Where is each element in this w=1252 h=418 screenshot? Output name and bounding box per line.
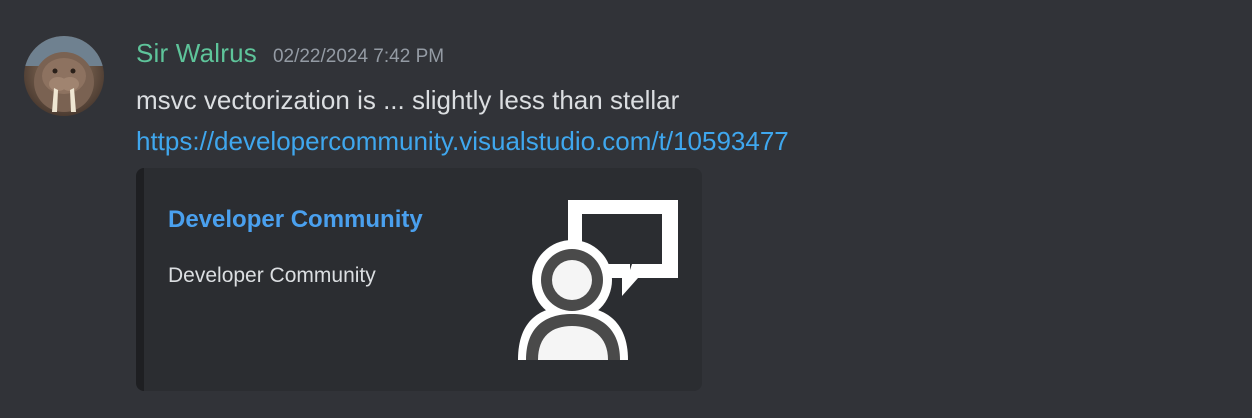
walrus-avatar-image	[24, 36, 104, 112]
embed-description: Developer Community	[168, 264, 376, 287]
embed-thumbnail[interactable]	[510, 198, 680, 360]
message-header: Sir Walrus 02/22/2024 7:42 PM	[136, 38, 444, 72]
message-link[interactable]: https://developercommunity.visualstudio.…	[136, 123, 789, 159]
message-text: msvc vectorization is ... slightly less …	[136, 85, 680, 115]
link-embed: Developer Community Developer Community	[136, 168, 702, 391]
embed-title[interactable]: Developer Community	[168, 206, 423, 234]
timestamp: 02/22/2024 7:42 PM	[272, 46, 445, 67]
person-with-speech-bubble-icon	[518, 200, 678, 360]
chat-message: Sir Walrus 02/22/2024 7:42 PM msvc vecto…	[0, 0, 1252, 418]
username[interactable]: Sir Walrus	[136, 38, 257, 69]
avatar[interactable]	[24, 36, 104, 116]
